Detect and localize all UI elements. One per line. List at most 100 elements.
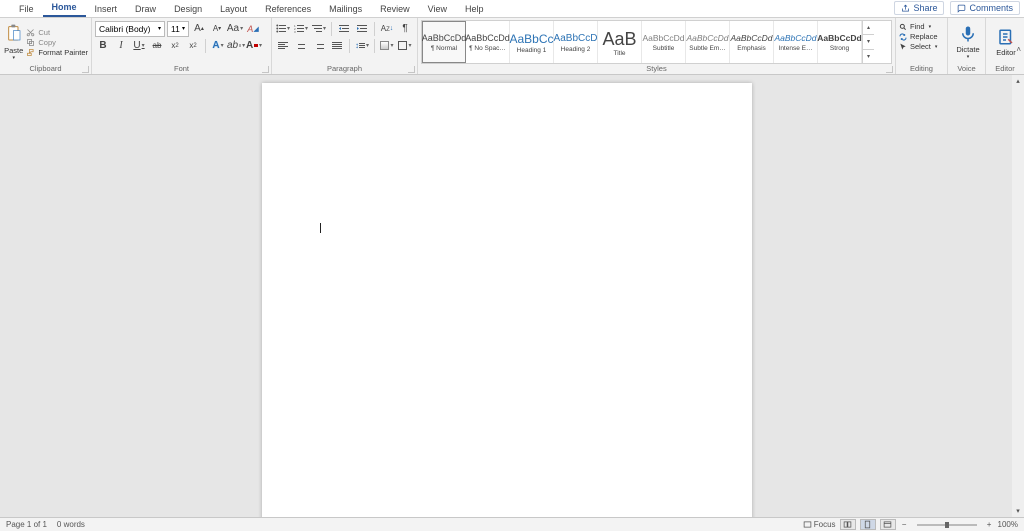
style-intense-e-[interactable]: AaBbCcDdIntense E…	[774, 21, 818, 63]
view-print-button[interactable]	[860, 519, 876, 530]
italic-button[interactable]: I	[113, 38, 129, 54]
style-emphasis[interactable]: AaBbCcDdEmphasis	[730, 21, 774, 63]
replace-label: Replace	[910, 32, 938, 41]
tab-insert[interactable]: Insert	[86, 2, 127, 17]
clear-format-button[interactable]: A◢	[245, 21, 261, 37]
zoom-out-button[interactable]: −	[900, 520, 909, 529]
zoom-slider[interactable]	[917, 524, 977, 526]
borders-button[interactable]: ▾	[397, 38, 413, 54]
find-button[interactable]: Find▾	[899, 22, 944, 31]
dialog-launcher-paragraph[interactable]	[408, 66, 415, 73]
gallery-expand[interactable]: ▾	[863, 50, 874, 63]
style-strong[interactable]: AaBbCcDdStrong	[818, 21, 862, 63]
font-size-combo[interactable]: 11▾	[167, 21, 189, 37]
change-case-button[interactable]: Aa▾	[227, 21, 243, 37]
gallery-scroll-up[interactable]: ▴	[863, 21, 874, 35]
copy-button[interactable]: Copy	[26, 38, 88, 47]
scroll-down-button[interactable]: ▾	[1012, 505, 1024, 517]
zoom-thumb[interactable]	[945, 522, 949, 528]
align-center-button[interactable]	[293, 38, 309, 54]
editor-button[interactable]: Editor	[989, 20, 1023, 64]
justify-button[interactable]	[329, 38, 345, 54]
style-title[interactable]: AaBTitle	[598, 21, 642, 63]
style-name: Subtle Em…	[689, 45, 726, 52]
vertical-scrollbar[interactable]: ▴ ▾	[1012, 75, 1024, 517]
share-button[interactable]: Share	[894, 1, 944, 15]
dictate-button[interactable]: Dictate ▾	[951, 20, 985, 64]
grow-font-button[interactable]: A▴	[191, 21, 207, 37]
focus-mode-button[interactable]: Focus	[803, 520, 836, 529]
page[interactable]	[262, 83, 752, 517]
zoom-value[interactable]: 100%	[998, 520, 1018, 529]
subscript-button[interactable]: x2	[167, 38, 183, 54]
tab-review[interactable]: Review	[371, 2, 419, 17]
style-subtle-em-[interactable]: AaBbCcDdSubtle Em…	[686, 21, 730, 63]
highlight-button[interactable]: ab▾	[228, 38, 244, 54]
view-web-button[interactable]	[880, 519, 896, 530]
style-subtitle[interactable]: AaBbCcDdSubtitle	[642, 21, 686, 63]
tab-design[interactable]: Design	[165, 2, 211, 17]
cut-button[interactable]: Cut	[26, 28, 88, 37]
tab-file[interactable]: File	[10, 2, 43, 17]
comments-button[interactable]: Comments	[950, 1, 1020, 15]
group-label-font: Font	[92, 64, 271, 74]
sort-button[interactable]: AZ↓	[379, 21, 395, 37]
replace-button[interactable]: Replace	[899, 32, 944, 41]
dialog-launcher-styles[interactable]	[886, 66, 893, 73]
show-marks-button[interactable]: ¶	[397, 21, 413, 37]
line-spacing-button[interactable]: ↕▾	[354, 38, 370, 54]
bold-button[interactable]: B	[95, 38, 111, 54]
tab-draw[interactable]: Draw	[126, 2, 165, 17]
status-words[interactable]: 0 words	[57, 520, 85, 529]
indent-increase-button[interactable]	[354, 21, 370, 37]
numbering-button[interactable]: 123▾	[293, 21, 309, 37]
document-area[interactable]: ▴ ▾	[0, 75, 1024, 517]
style-name: Emphasis	[737, 45, 766, 52]
status-page[interactable]: Page 1 of 1	[6, 520, 47, 529]
style--normal[interactable]: AaBbCcDd¶ Normal	[422, 21, 466, 63]
web-icon	[883, 520, 892, 529]
format-painter-button[interactable]: Format Painter	[26, 48, 88, 57]
style-heading-2[interactable]: AaBbCcDHeading 2	[554, 21, 598, 63]
gallery-scroll-down[interactable]: ▾	[863, 35, 874, 49]
superscript-button[interactable]: x2	[185, 38, 201, 54]
align-left-button[interactable]	[275, 38, 291, 54]
dictate-label: Dictate	[956, 45, 979, 54]
focus-icon	[803, 520, 812, 529]
group-label-voice: Voice	[948, 64, 985, 74]
scroll-up-button[interactable]: ▴	[1012, 75, 1024, 87]
style-name: Subtitle	[653, 45, 675, 52]
select-button[interactable]: Select▾	[899, 42, 944, 51]
bullets-button[interactable]: ▾	[275, 21, 291, 37]
style-preview: AaBbCcDd	[465, 34, 510, 43]
dialog-launcher-font[interactable]	[262, 66, 269, 73]
text-effects-button[interactable]: A▾	[210, 38, 226, 54]
tab-references[interactable]: References	[256, 2, 320, 17]
indent-decrease-button[interactable]	[336, 21, 352, 37]
style-heading-1[interactable]: AaBbCcHeading 1	[510, 21, 554, 63]
format-painter-label: Format Painter	[38, 48, 88, 57]
collapse-ribbon-button[interactable]: ˄	[1016, 45, 1021, 54]
style--no-spac-[interactable]: AaBbCcDd¶ No Spac…	[466, 21, 510, 63]
multilevel-button[interactable]: ▾	[311, 21, 327, 37]
paste-button[interactable]: Paste ▾	[3, 20, 24, 64]
numbering-icon: 123	[294, 24, 304, 33]
dialog-launcher-clipboard[interactable]	[82, 66, 89, 73]
zoom-in-button[interactable]: +	[985, 520, 994, 529]
group-font: Calibri (Body)▾ 11▾ A▴ A▾ Aa▾ A◢ B I U▾ …	[92, 18, 272, 74]
view-read-button[interactable]	[840, 519, 856, 530]
align-right-button[interactable]	[311, 38, 327, 54]
font-name-combo[interactable]: Calibri (Body)▾	[95, 21, 165, 37]
tab-layout[interactable]: Layout	[211, 2, 256, 17]
font-color-button[interactable]: A▾	[246, 38, 262, 54]
paste-label: Paste	[4, 46, 23, 55]
tab-view[interactable]: View	[419, 2, 456, 17]
tab-help[interactable]: Help	[456, 2, 493, 17]
underline-button[interactable]: U▾	[131, 38, 147, 54]
shrink-font-button[interactable]: A▾	[209, 21, 225, 37]
style-name: ¶ Normal	[431, 45, 457, 52]
shading-button[interactable]: ▾	[379, 38, 395, 54]
tab-home[interactable]: Home	[43, 0, 86, 17]
tab-mailings[interactable]: Mailings	[320, 2, 371, 17]
strike-button[interactable]: ab	[149, 38, 165, 54]
